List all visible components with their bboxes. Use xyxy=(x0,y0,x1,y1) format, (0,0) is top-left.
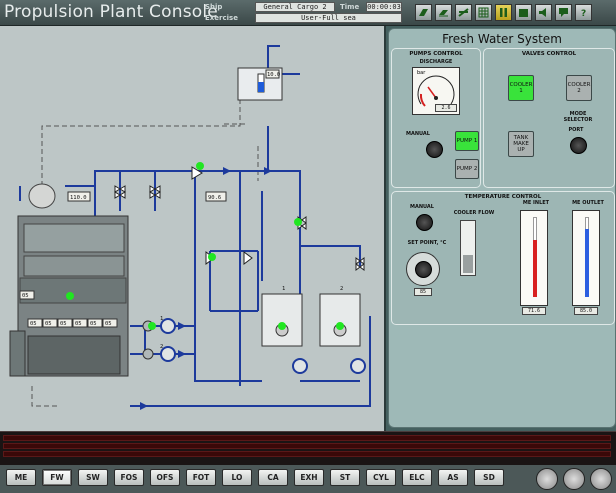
cyl-gauge-2: 05 xyxy=(45,321,52,327)
exercise-label: Exercise xyxy=(205,14,238,22)
discharge-gauge: bar 2.6 xyxy=(412,67,460,115)
nav-st[interactable]: ST xyxy=(330,469,360,486)
nav-ofs[interactable]: OFS xyxy=(150,469,180,486)
setpoint-readout: 85 xyxy=(414,288,432,296)
temp-manual-label: MANUAL xyxy=(410,204,434,210)
engine-gauge: 05 xyxy=(22,293,29,299)
time-value: 00:00:03 xyxy=(366,2,402,12)
temperature-control-group: TEMPERATURE CONTROL MANUAL SET POINT, °C… xyxy=(391,191,615,325)
pump-label-2: 2 xyxy=(160,344,163,350)
alarm-row[interactable] xyxy=(3,451,611,457)
temp-mode-knob[interactable] xyxy=(416,214,433,231)
exercise-value: User-Full sea xyxy=(255,13,402,23)
setpoint-dial[interactable] xyxy=(406,252,440,286)
me-inlet-readout: 71.6 xyxy=(522,307,546,315)
pumps-control-title: PUMPS CONTROL xyxy=(409,51,463,57)
main-engine xyxy=(9,183,129,377)
cooler-flow-label: COOLER FLOW xyxy=(453,210,495,216)
me-inlet-thermometer xyxy=(520,210,548,306)
nav-exh[interactable]: EXH xyxy=(294,469,324,486)
tank-makeup-button[interactable]: TANK MAKE UP xyxy=(508,131,534,157)
book-open-icon[interactable] xyxy=(435,4,452,21)
cyl-gauge-5: 05 xyxy=(90,321,97,327)
nav-lo[interactable]: LO xyxy=(222,469,252,486)
svg-text:?: ? xyxy=(581,9,586,18)
grid-icon-2[interactable] xyxy=(475,4,492,21)
calendar-icon[interactable] xyxy=(515,4,532,21)
nav-as[interactable]: AS xyxy=(438,469,468,486)
nav-fot[interactable]: FOT xyxy=(186,469,216,486)
valves-control-group: VALVES CONTROL COOLER 1 COOLER 2 TANK MA… xyxy=(483,48,615,188)
speaker-icon[interactable] xyxy=(535,4,552,21)
gear-icon[interactable] xyxy=(590,468,612,490)
fan-icon[interactable] xyxy=(536,468,558,490)
me-outlet-readout: 85.0 xyxy=(574,307,598,315)
gauge-unit: bar xyxy=(417,70,426,76)
book-icon[interactable] xyxy=(415,4,432,21)
discharge-label: DISCHARGE xyxy=(419,59,453,65)
valve-readout: 90.6 xyxy=(208,195,221,201)
valves-control-title: VALVES CONTROL xyxy=(521,51,577,57)
chat-icon[interactable] xyxy=(555,4,572,21)
nav-me[interactable]: ME xyxy=(6,469,36,486)
pump2-button[interactable]: PUMP 2 xyxy=(455,159,479,179)
me-outlet-label: ME OUTLET xyxy=(572,200,604,206)
cyl-gauge-4: 05 xyxy=(75,321,82,327)
me-inlet-label: ME INLET xyxy=(522,200,550,206)
cooler2-button[interactable]: COOLER 2 xyxy=(566,75,592,101)
port-label: PORT xyxy=(568,127,584,133)
cooler-label-2: 2 xyxy=(340,286,343,292)
cyl-gauge-1: 05 xyxy=(30,321,37,327)
cyl-gauge-3: 05 xyxy=(60,321,67,327)
nav-sw[interactable]: SW xyxy=(78,469,108,486)
pump1-button[interactable]: PUMP 1 xyxy=(455,131,479,151)
outlet-temp-readout: 110.0 xyxy=(70,195,87,201)
lightning-icon[interactable] xyxy=(563,468,585,490)
nav-cyl[interactable]: CYL xyxy=(366,469,396,486)
ship-label: Ship xyxy=(205,3,223,11)
fws-panel-body: Fresh Water System PUMPS CONTROL DISCHAR… xyxy=(388,28,616,428)
alarm-row[interactable] xyxy=(3,443,611,449)
fws-title: Fresh Water System xyxy=(442,32,562,46)
grid-icon[interactable] xyxy=(455,4,472,21)
me-outlet-thermometer xyxy=(572,210,600,306)
mode-selector-knob[interactable] xyxy=(570,137,587,154)
pumps-control-group: PUMPS CONTROL DISCHARGE bar 2.6 MANUAL P… xyxy=(391,48,481,188)
time-label: Time xyxy=(340,3,360,11)
nav-sd[interactable]: SD xyxy=(474,469,504,486)
nav-fw[interactable]: FW xyxy=(42,469,72,486)
expansion-tank-level: 10.0 xyxy=(267,72,280,78)
help-icon[interactable]: ? xyxy=(575,4,592,21)
cyl-gauge-6: 05 xyxy=(105,321,112,327)
cooler-flow-bar xyxy=(460,220,476,276)
mode-selector-label: MODE SELECTOR xyxy=(563,111,593,123)
piping-diagram: 10.0 110.0 90.6 05 05 05 05 05 05 05 1 2… xyxy=(0,26,384,431)
pump-label-1: 1 xyxy=(160,316,163,322)
alarm-panel xyxy=(0,431,616,465)
pump-mode-knob[interactable] xyxy=(426,141,443,158)
discharge-readout: 2.6 xyxy=(435,104,457,112)
nav-ca[interactable]: CA xyxy=(258,469,288,486)
title-bar: Propulsion Plant Console Ship General Ca… xyxy=(0,0,616,26)
nav-elc[interactable]: ELC xyxy=(402,469,432,486)
manual-label: MANUAL xyxy=(406,131,430,137)
fresh-water-system-panel: Fresh Water System PUMPS CONTROL DISCHAR… xyxy=(386,26,616,431)
cylinder-gauges xyxy=(27,318,118,328)
cooler1-button[interactable]: COOLER 1 xyxy=(508,75,534,101)
nav-fos[interactable]: FOS xyxy=(114,469,144,486)
alarm-row[interactable] xyxy=(3,435,611,441)
cooler-label-1: 1 xyxy=(282,286,285,292)
coolers xyxy=(261,293,366,374)
ship-value: General Cargo 2 xyxy=(255,2,335,12)
setpoint-label: SET POINT, °C xyxy=(407,240,447,246)
app-title: Propulsion Plant Console xyxy=(4,2,218,22)
bottom-nav: ME FW SW FOS OFS FOT LO CA EXH ST CYL EL… xyxy=(0,465,616,493)
pause-icon[interactable] xyxy=(495,4,512,21)
